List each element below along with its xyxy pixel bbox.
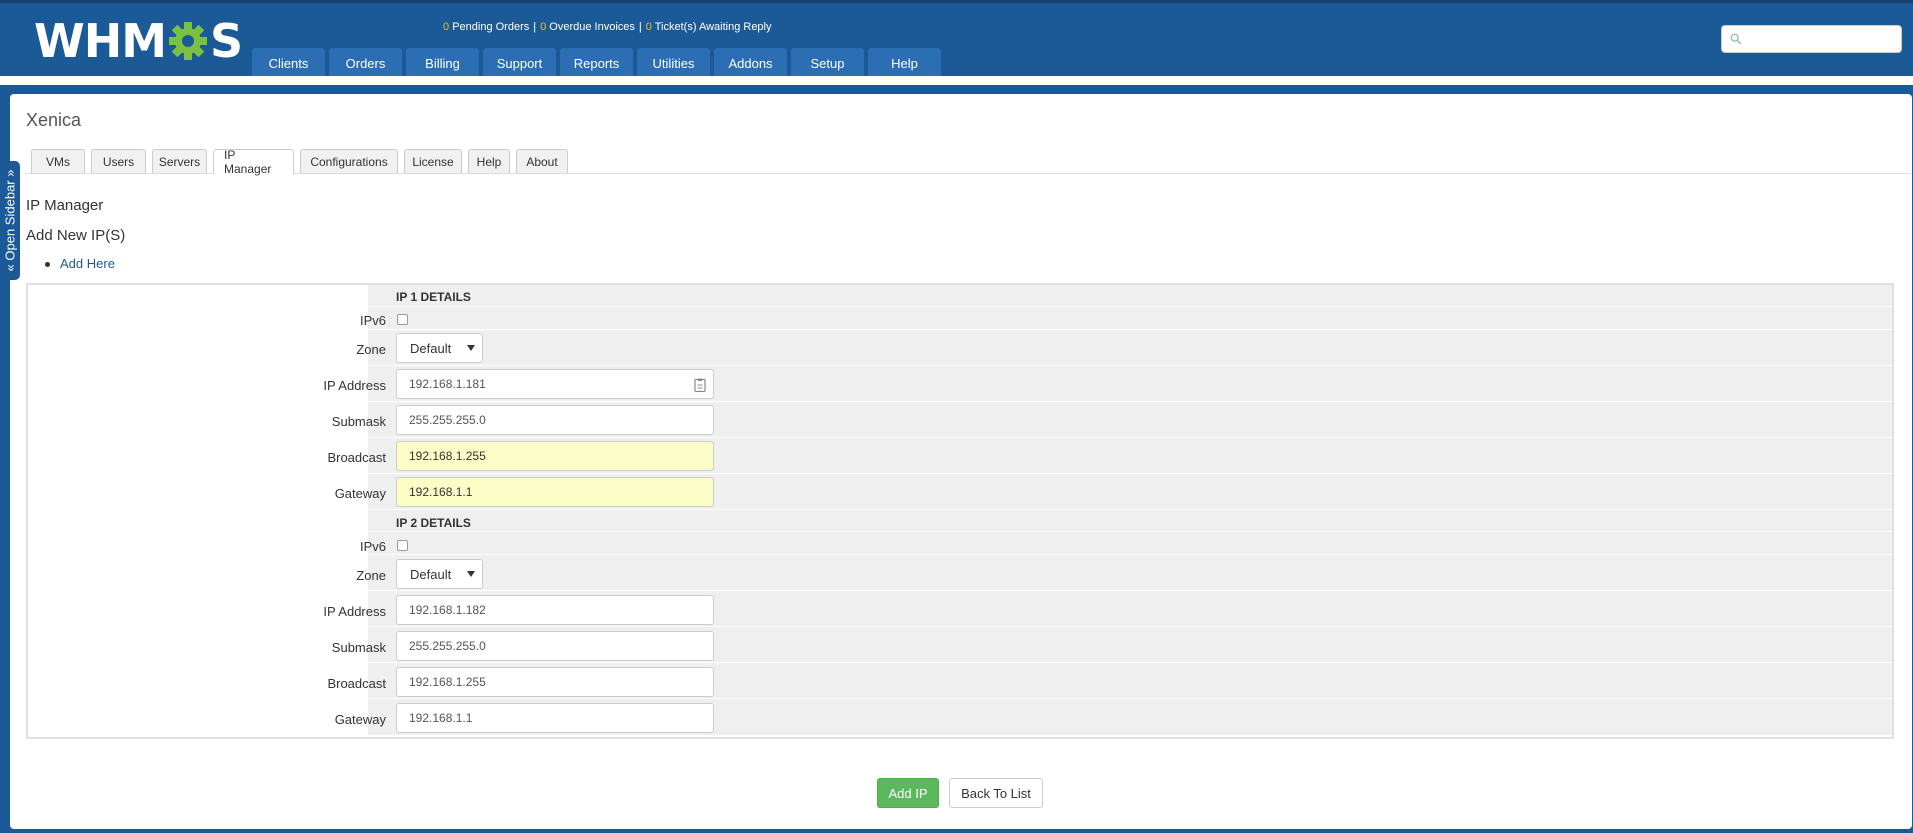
add-links-list: Add Here	[45, 256, 115, 271]
ip2-submask-input[interactable]: 255.255.255.0	[396, 631, 714, 661]
ip2-submask-label: Submask	[331, 640, 386, 655]
form-row	[368, 510, 1892, 532]
form-row	[368, 285, 1892, 307]
tab-ip-manager[interactable]: IP Manager	[213, 148, 294, 176]
nav-billing[interactable]: Billing	[406, 48, 479, 79]
form-row	[368, 555, 1892, 591]
alert-label: Pending Orders	[452, 21, 530, 33]
open-sidebar-tab[interactable]: « Open Sidebar »	[0, 161, 20, 280]
add-ip-button[interactable]: Add IP	[877, 778, 939, 808]
whmcs-logo[interactable]: WHM S	[34, 14, 243, 68]
tab-vms[interactable]: VMs	[31, 149, 85, 173]
main-nav: Clients Orders Billing Support Reports U…	[252, 48, 941, 79]
ip2-ip-label: IP Address	[323, 604, 386, 619]
nav-help[interactable]: Help	[868, 48, 941, 79]
logo-text-left: WHM	[34, 14, 167, 68]
ip2-heading: IP 2 DETAILS	[396, 516, 471, 530]
ip1-submask-label: Submask	[331, 414, 386, 429]
tab-about[interactable]: About	[516, 149, 568, 173]
ip2-ipv6-label: IPv6	[359, 539, 386, 554]
ip1-submask-input[interactable]: 255.255.255.0	[396, 405, 714, 435]
header-alerts: 0 Pending Orders | 0 Overdue Invoices | 0 Ti…	[443, 21, 772, 33]
ip2-ip-input[interactable]: 192.168.1.182	[396, 595, 714, 625]
nav-utilities[interactable]: Utilities	[637, 48, 710, 79]
subsection-title: Add New IP(S)	[26, 227, 126, 244]
header-divider	[0, 76, 1913, 85]
ip1-ipv6-checkbox[interactable]	[397, 314, 408, 325]
clipboard-icon[interactable]	[694, 378, 706, 392]
back-to-list-button[interactable]: Back To List	[949, 778, 1043, 808]
ip2-broadcast-input[interactable]: 192.168.1.255	[396, 667, 714, 697]
tab-servers[interactable]: Servers	[152, 149, 207, 173]
chevron-down-icon	[467, 345, 475, 351]
nav-setup[interactable]: Setup	[791, 48, 864, 79]
ip2-submask-value: 255.255.255.0	[409, 639, 486, 653]
ip1-ip-label: IP Address	[323, 378, 386, 393]
ip1-zone-value: Default	[410, 340, 452, 356]
ip2-zone-select[interactable]: Default	[396, 559, 483, 589]
ip2-broadcast-value: 192.168.1.255	[409, 675, 486, 689]
ip1-ipv6-label: IPv6	[359, 313, 386, 328]
ip1-ip-input[interactable]: 192.168.1.181	[396, 369, 714, 399]
ip1-submask-value: 255.255.255.0	[409, 413, 486, 427]
search-box	[1721, 25, 1902, 53]
logo-text-right: S	[210, 14, 243, 68]
ip-form: IP 1 DETAILS IPv6 Zone Default IP Addres…	[26, 283, 1894, 739]
form-row	[368, 532, 1892, 555]
ip2-ipv6-checkbox[interactable]	[397, 540, 408, 551]
gear-logo-icon	[169, 22, 208, 60]
top-header: WHM S 0 Pending Orders | 0 Overdue Invoice…	[0, 0, 1913, 79]
ip1-broadcast-label: Broadcast	[327, 450, 386, 465]
alert-label: Ticket(s) Awaiting Reply	[654, 21, 772, 33]
alert-overdue-invoices[interactable]: 0 Overdue Invoices	[540, 21, 635, 33]
open-sidebar-label: « Open Sidebar »	[2, 169, 18, 272]
ip2-ip-value: 192.168.1.182	[409, 603, 486, 617]
alert-separator: |	[638, 21, 642, 33]
ip1-gateway-value: 192.168.1.1	[409, 485, 473, 499]
section-title: IP Manager	[26, 197, 104, 214]
search-icon	[1730, 33, 1742, 45]
form-row	[368, 330, 1892, 366]
alert-count: 0	[540, 21, 547, 33]
tab-configurations[interactable]: Configurations	[300, 149, 398, 173]
ip2-broadcast-label: Broadcast	[327, 676, 386, 691]
ip1-ip-value: 192.168.1.181	[409, 377, 486, 391]
add-here-link[interactable]: Add Here	[60, 256, 115, 271]
ip1-zone-label: Zone	[356, 342, 386, 357]
ip1-gateway-input[interactable]: 192.168.1.1	[396, 477, 714, 507]
page-title: Xenica	[26, 110, 82, 130]
tab-users[interactable]: Users	[91, 149, 146, 173]
list-bullet	[45, 262, 50, 268]
ip1-zone-select[interactable]: Default	[396, 333, 483, 363]
ip2-gateway-label: Gateway	[334, 712, 386, 727]
nav-addons[interactable]: Addons	[714, 48, 787, 79]
nav-orders[interactable]: Orders	[329, 48, 402, 79]
alert-tickets-awaiting[interactable]: 0 Ticket(s) Awaiting Reply	[646, 21, 772, 33]
ip2-gateway-input[interactable]: 192.168.1.1	[396, 703, 714, 733]
chevron-down-icon	[467, 571, 475, 577]
form-row	[368, 307, 1892, 330]
ip2-zone-label: Zone	[356, 568, 386, 583]
alert-count: 0	[443, 21, 450, 33]
ip1-broadcast-value: 192.168.1.255	[409, 449, 486, 463]
ip1-broadcast-input[interactable]: 192.168.1.255	[396, 441, 714, 471]
ip1-heading: IP 1 DETAILS	[396, 290, 471, 304]
tab-license[interactable]: License	[404, 149, 462, 173]
alert-count: 0	[645, 21, 652, 33]
alert-separator: |	[533, 21, 537, 33]
nav-clients[interactable]: Clients	[252, 48, 325, 79]
ip2-zone-value: Default	[410, 566, 452, 582]
search-input[interactable]	[1742, 27, 1901, 51]
tab-help[interactable]: Help	[468, 149, 510, 173]
module-tabs: VMs Users Servers IP Manager Configurati…	[26, 148, 1910, 176]
ip2-gateway-value: 192.168.1.1	[409, 711, 473, 725]
alert-label: Overdue Invoices	[549, 21, 635, 33]
ip1-gateway-label: Gateway	[334, 486, 386, 501]
alert-pending-orders[interactable]: 0 Pending Orders	[443, 21, 529, 33]
nav-support[interactable]: Support	[483, 48, 556, 79]
nav-reports[interactable]: Reports	[560, 48, 633, 79]
